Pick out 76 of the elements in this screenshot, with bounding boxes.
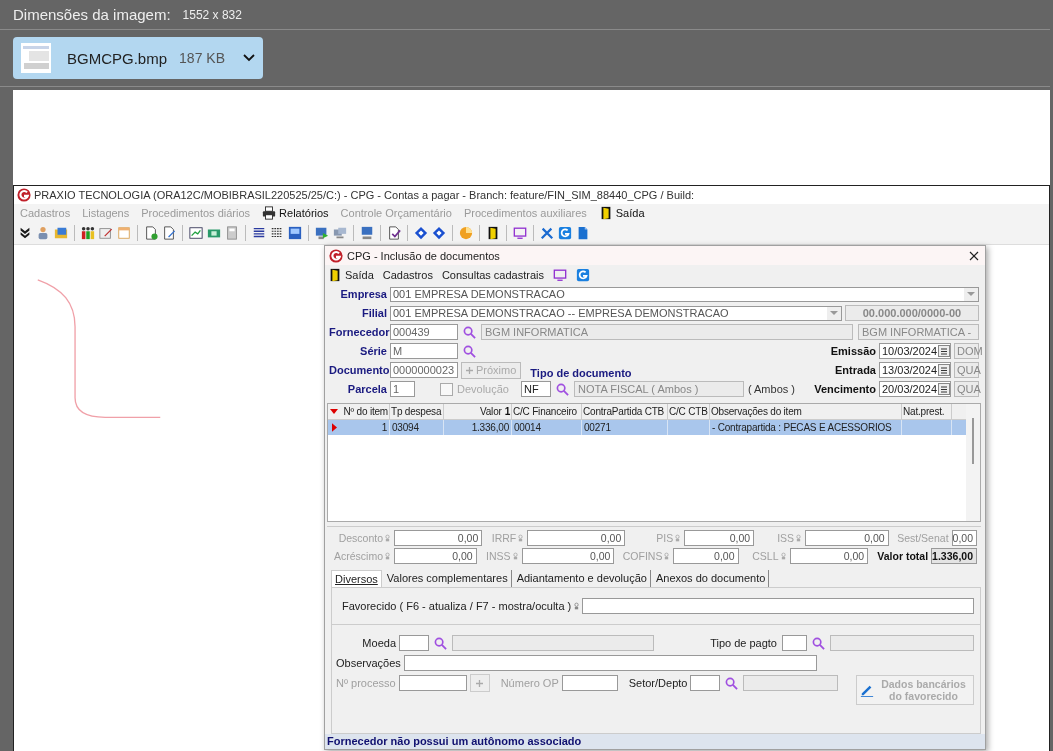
file-name: BGMCPG.bmp [67, 49, 169, 67]
menu-item[interactable]: Relatórios [262, 206, 329, 220]
total-label: Acréscimo [333, 548, 383, 563]
total-label: ISS [776, 530, 795, 545]
total-label: COFINS [621, 548, 663, 563]
input-field[interactable]: 1 [390, 381, 415, 398]
menu-item[interactable]: Saída [598, 206, 645, 220]
table-cell-text: 1 [381, 420, 387, 435]
dimensions-label: Dimensões da imagem: [13, 6, 171, 23]
field-label: Série [359, 345, 387, 358]
dimensions-value: 1552 x 832 [182, 7, 242, 22]
column-header[interactable]: Valor 1 [444, 403, 512, 419]
field-label: Parcela [346, 383, 387, 396]
table-cell-text: 00014 [514, 420, 541, 435]
date-field[interactable]: 10/03/2024 [879, 343, 951, 360]
menu-item[interactable]: Cadastros [382, 268, 433, 281]
input-field[interactable]: NF [521, 381, 551, 398]
name-field: BGM INFORMATICA [481, 324, 853, 341]
table-cell-text: 1.336,00 [471, 420, 509, 435]
tab[interactable]: Anexos do documento [652, 569, 770, 587]
total-value: 1.336,00 [931, 547, 977, 564]
menu-item[interactable]: Saída [328, 267, 374, 282]
table-cell-text: 00271 [584, 420, 611, 435]
menu-item[interactable]: Consultas cadastrais [441, 268, 544, 281]
field-label: Tipo de pagto [709, 637, 777, 650]
status-message: Fornecedor não possui um autônomo associado [325, 734, 985, 749]
dialog-title: CPG - Inclusão de documentos [347, 249, 501, 262]
date-label: Vencimento [813, 383, 876, 396]
dropdown-field[interactable]: 001 EMPRESA DEMONSTRACAO -- EMPRESA DEMONSTRACAO [390, 305, 842, 321]
date-field[interactable]: 20/03/2024 [879, 381, 951, 398]
input-field[interactable]: 0000000023 [390, 362, 458, 379]
field-label: Moeda [361, 637, 396, 650]
field-label: Número OP [500, 677, 559, 690]
column-header[interactable]: ContraPartida CTB [582, 403, 668, 419]
cnpj-field: 00.000.000/0000-00 [845, 305, 979, 322]
tab[interactable]: Adiantamento e devolução [513, 569, 651, 587]
date-label: Entrada [834, 364, 876, 377]
total-label: Desconto [337, 530, 383, 545]
column-header[interactable]: Observações do item [710, 403, 902, 419]
tab[interactable]: Diversos [331, 569, 382, 587]
section-label: Tipo de documento [530, 366, 632, 379]
total-label: Valor total [876, 548, 929, 563]
total-label: Sest/Senat [896, 530, 949, 545]
sort-indicator: 1 [504, 404, 510, 419]
field-label: Favorecido ( F6 - atualiza / F7 - mostra/oculta ) [342, 599, 572, 612]
type-name-field: NOTA FISCAL ( Ambos ) [574, 381, 744, 398]
field-label: Documento [329, 364, 387, 377]
column-header[interactable]: C/C CTB [668, 403, 710, 419]
table-cell-text: - Contrapartida : PECAS E ACESSORIOS [712, 420, 892, 435]
input-field[interactable]: 000439 [390, 324, 458, 341]
window-title: PRAXIO TECNOLOGIA (ORA12C/MOBIBRASIL220525/25/C:) - CPG - Contas a pagar - Branch: feature/FIN_SIM_88440_CPG / Build: [34, 189, 695, 201]
field-label: Nº processo [336, 677, 396, 690]
date-field[interactable]: 13/03/2024 [879, 362, 951, 379]
field-label: Empresa [339, 288, 387, 301]
weekday-field: QUA [954, 362, 979, 379]
field-label: Observações [336, 657, 401, 670]
column-header[interactable]: C/C Financeiro [512, 403, 582, 419]
column-header[interactable]: Tp despesa [390, 403, 444, 419]
input-field[interactable]: M [390, 343, 458, 360]
field-label: Setor/Depto [628, 677, 688, 690]
type-note: ( Ambos ) [747, 383, 795, 396]
file-size: 187 KB [179, 50, 225, 66]
total-label: CSLL [751, 548, 779, 563]
dropdown-field[interactable]: 001 EMPRESA DEMONSTRACAO [390, 286, 979, 302]
date-label: Emissão [829, 345, 876, 358]
tab[interactable]: Valores complementares [383, 569, 512, 587]
total-label: PIS [655, 530, 674, 545]
name-field: BGM INFORMATICA - [858, 324, 979, 341]
total-label: INSS [485, 548, 511, 563]
field-label: Filial [360, 307, 387, 320]
table-cell-text: 03094 [392, 420, 419, 435]
column-header[interactable]: Nat.prest. [902, 403, 952, 419]
weekday-field: QUA [954, 381, 979, 398]
column-header[interactable]: Nº do item [340, 403, 390, 419]
file-chip[interactable]: BGMCPG.bmp 187 KB [13, 37, 263, 79]
total-label: IRRF [490, 530, 517, 545]
